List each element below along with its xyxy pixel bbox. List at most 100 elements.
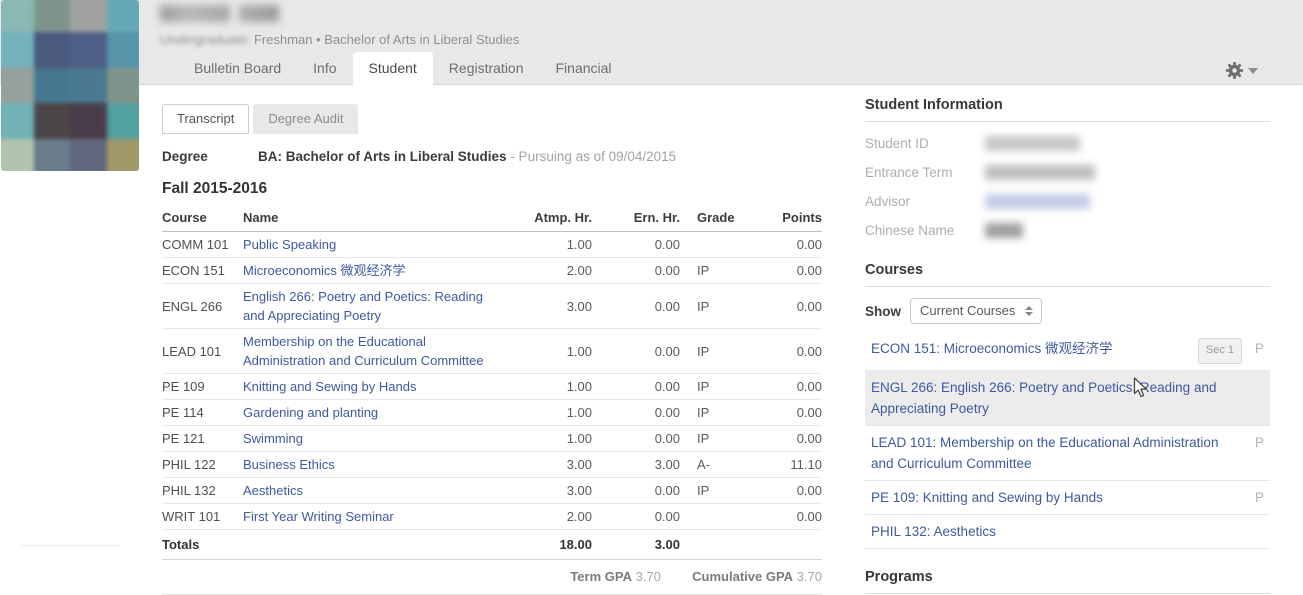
courses-title: Courses [865,262,1270,287]
cell-points: 0.00 [740,374,822,400]
cell-ern-hr: 0.00 [592,426,680,452]
course-list-item[interactable]: LEAD 101: Membership on the Educational … [865,426,1270,481]
cell-grade [680,232,740,258]
transcript-header-row: Course Name Atmp. Hr. Ern. Hr. Grade Poi… [162,205,822,232]
cell-course-name-link[interactable]: Public Speaking [243,237,336,252]
courses-filter-value: Current Courses [920,303,1015,318]
cell-ern-hr: 0.00 [592,504,680,530]
tab-student[interactable]: Student [353,52,433,85]
cell-points: 0.00 [740,329,822,374]
subtab-transcript[interactable]: Transcript [162,104,249,134]
section-badge: Sec 1 [1198,338,1242,364]
course-list-item[interactable]: ECON 151: Microeconomics 微观经济学 Sec 1 P [865,332,1270,371]
cell-course-code: ECON 151 [162,258,243,284]
cell-course-name-link[interactable]: Aesthetics [243,483,303,498]
transcript-subtab-bar: TranscriptDegree Audit [162,104,822,134]
course-item-link[interactable]: PE 109: Knitting and Sewing by Hands [871,487,1242,508]
avatar-pixel [107,103,140,139]
cell-course-name-link[interactable]: English 266: Poetry and Poetics: Reading… [243,289,483,323]
tab-registration[interactable]: Registration [433,52,540,85]
cell-course-code: PE 109 [162,374,243,400]
student-subtitle: Undergraduate: Freshman • Bachelor of Ar… [160,32,519,47]
redacted-value [985,194,1090,209]
divider-line [20,545,120,546]
redacted-value [985,136,1080,151]
student-avatar [1,0,139,171]
cell-grade: IP [680,329,740,374]
cell-grade: IP [680,400,740,426]
cell-course-name-link[interactable]: Business Ethics [243,457,335,472]
cell-atmp-hr: 3.00 [500,452,592,478]
info-field-label: Chinese Name [865,223,985,238]
degree-row: Degree BA: Bachelor of Arts in Liberal S… [162,149,822,164]
cell-course-name-link[interactable]: Knitting and Sewing by Hands [243,379,416,394]
redacted-block [160,5,230,22]
cell-course-name-link[interactable]: Swimming [243,431,303,446]
avatar-pixel [1,68,34,104]
avatar-pixel [34,68,71,104]
cell-points: 11.10 [740,452,822,478]
select-updown-icon [1025,306,1033,316]
course-item-link[interactable]: PHIL 132: Aesthetics [871,521,1242,542]
avatar-pixel [1,139,34,171]
degree-pursuing-note: - Pursuing as of 09/04/2015 [510,149,676,164]
avatar-pixel [1,0,34,32]
cell-grade: IP [680,284,740,329]
courses-filter-select[interactable]: Current Courses [910,298,1042,324]
totals-atmp: 18.00 [500,530,592,560]
cell-atmp-hr: 1.00 [500,329,592,374]
cell-grade: IP [680,258,740,284]
transcript-row: LEAD 101 Membership on the Educational A… [162,329,822,374]
avatar-pixel [34,32,71,68]
course-list-item[interactable]: PE 109: Knitting and Sewing by Hands P [865,481,1270,515]
info-field-row: Chinese Name [865,222,1270,238]
cell-atmp-hr: 2.00 [500,504,592,530]
avatar-pixel [34,0,71,32]
programs-section: Programs Undergraduate - 8/24/2015 Fresh… [865,569,1270,595]
cell-course-name-link[interactable]: First Year Writing Seminar [243,509,394,524]
course-list-item[interactable]: ENGL 266: English 266: Poetry and Poetic… [865,371,1270,426]
course-item-link[interactable]: ENGL 266: English 266: Poetry and Poetic… [871,377,1242,419]
transcript-table: Course Name Atmp. Hr. Ern. Hr. Grade Poi… [162,205,822,595]
cell-ern-hr: 0.00 [592,284,680,329]
course-list-item[interactable]: PHIL 132: Aesthetics [865,515,1270,549]
subtab-degree-audit[interactable]: Degree Audit [253,104,358,134]
cell-course-code: PE 121 [162,426,243,452]
avatar-pixel [34,103,71,139]
programs-title: Programs [865,569,1270,594]
redacted-value [985,223,1023,238]
cell-course-code: PE 114 [162,400,243,426]
avatar-pixel [107,0,140,32]
tab-financial[interactable]: Financial [540,52,628,85]
cell-course-code: PHIL 132 [162,478,243,504]
transcript-row: COMM 101 Public Speaking 1.00 0.00 0.00 [162,232,822,258]
info-field-row: Entrance Term [865,164,1270,180]
cumulative-gpa-label: Cumulative GPA [692,569,793,584]
transcript-row: ECON 151 Microeconomics 微观经济学 2.00 0.00 … [162,258,822,284]
cell-grade: IP [680,426,740,452]
info-field-label: Student ID [865,136,985,151]
course-list: ECON 151: Microeconomics 微观经济学 Sec 1 P E… [865,332,1270,549]
cell-atmp-hr: 1.00 [500,426,592,452]
settings-menu-button[interactable] [1225,61,1258,80]
cell-atmp-hr: 1.00 [500,400,592,426]
cell-course-name-link[interactable]: Membership on the Educational Administra… [243,334,484,368]
avatar-pixel [34,139,71,171]
cell-course-name-link[interactable]: Microeconomics 微观经济学 [243,263,406,278]
cell-points: 0.00 [740,426,822,452]
sidebar-panel: Student Information Student ID Entrance … [865,97,1270,595]
course-flag: P [1250,432,1264,453]
page-header: Undergraduate: Freshman • Bachelor of Ar… [0,0,1303,85]
tab-info[interactable]: Info [297,52,352,85]
totals-row: Totals 18.00 3.00 [162,530,822,560]
courses-section: Courses Show Current Courses ECON 151: M… [865,262,1270,549]
tab-bulletin-board[interactable]: Bulletin Board [178,52,297,85]
cell-points: 0.00 [740,232,822,258]
course-item-link[interactable]: ECON 151: Microeconomics 微观经济学 [871,338,1190,359]
cell-course-code: ENGL 266 [162,284,243,329]
transcript-row: PE 114 Gardening and planting 1.00 0.00 … [162,400,822,426]
cell-course-name-link[interactable]: Gardening and planting [243,405,378,420]
cell-course-code: COMM 101 [162,232,243,258]
cell-ern-hr: 0.00 [592,232,680,258]
course-item-link[interactable]: LEAD 101: Membership on the Educational … [871,432,1242,474]
